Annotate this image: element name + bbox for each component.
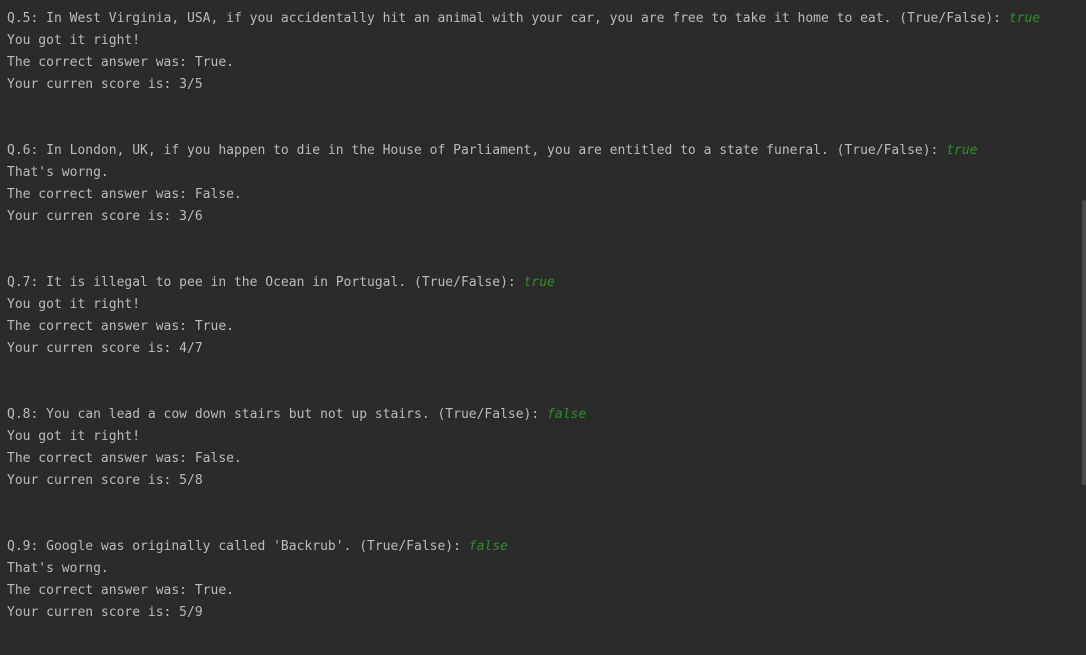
- score-text: Your curren score is: 3/6: [7, 209, 203, 224]
- question-prompt: Q.5: In West Virginia, USA, if you accid…: [7, 11, 1009, 26]
- console-output: Q.5: In West Virginia, USA, if you accid…: [0, 0, 1086, 655]
- result-text: You got it right!: [7, 429, 141, 444]
- question-block-7: Q.7: It is illegal to pee in the Ocean i…: [7, 272, 1077, 360]
- correct-answer-text: The correct answer was: True.: [7, 55, 234, 70]
- result-text: That's worng.: [7, 165, 109, 180]
- question-prompt: Q.9: Google was originally called 'Backr…: [7, 539, 469, 554]
- user-answer: false: [547, 407, 587, 422]
- correct-answer-text: The correct answer was: False.: [7, 187, 242, 202]
- result-text: You got it right!: [7, 33, 141, 48]
- correct-answer-text: The correct answer was: True.: [7, 319, 234, 334]
- user-answer: false: [468, 539, 508, 554]
- score-text: Your curren score is: 3/5: [7, 77, 203, 92]
- question-prompt-line: Q.5: In West Virginia, USA, if you accid…: [7, 8, 1077, 30]
- question-block-8: Q.8: You can lead a cow down stairs but …: [7, 404, 1077, 492]
- user-answer: true: [1008, 11, 1041, 26]
- score-text: Your curren score is: 5/9: [7, 605, 203, 620]
- question-block-9: Q.9: Google was originally called 'Backr…: [7, 536, 1077, 624]
- question-prompt: Q.6: In London, UK, if you happen to die…: [7, 143, 947, 158]
- user-answer: true: [946, 143, 978, 158]
- result-text: You got it right!: [7, 297, 141, 312]
- question-prompt-line: Q.9: Google was originally called 'Backr…: [7, 536, 1077, 558]
- question-block-6: Q.6: In London, UK, if you happen to die…: [7, 140, 1077, 228]
- correct-answer-text: The correct answer was: True.: [7, 583, 234, 598]
- scrollbar-thumb[interactable]: [1082, 200, 1086, 485]
- question-prompt: Q.7: It is illegal to pee in the Ocean i…: [7, 275, 524, 290]
- question-prompt: Q.8: You can lead a cow down stairs but …: [7, 407, 548, 422]
- score-text: Your curren score is: 4/7: [7, 341, 203, 356]
- score-text: Your curren score is: 5/8: [7, 473, 203, 488]
- question-prompt-line: Q.8: You can lead a cow down stairs but …: [7, 404, 1077, 426]
- user-answer: true: [523, 275, 555, 290]
- vertical-scrollbar[interactable]: [1080, 0, 1086, 655]
- correct-answer-text: The correct answer was: False.: [7, 451, 242, 466]
- result-text: That's worng.: [7, 561, 109, 576]
- question-prompt-line: Q.7: It is illegal to pee in the Ocean i…: [7, 272, 1077, 294]
- question-block-5: Q.5: In West Virginia, USA, if you accid…: [7, 8, 1077, 96]
- question-prompt-line: Q.6: In London, UK, if you happen to die…: [7, 140, 1077, 162]
